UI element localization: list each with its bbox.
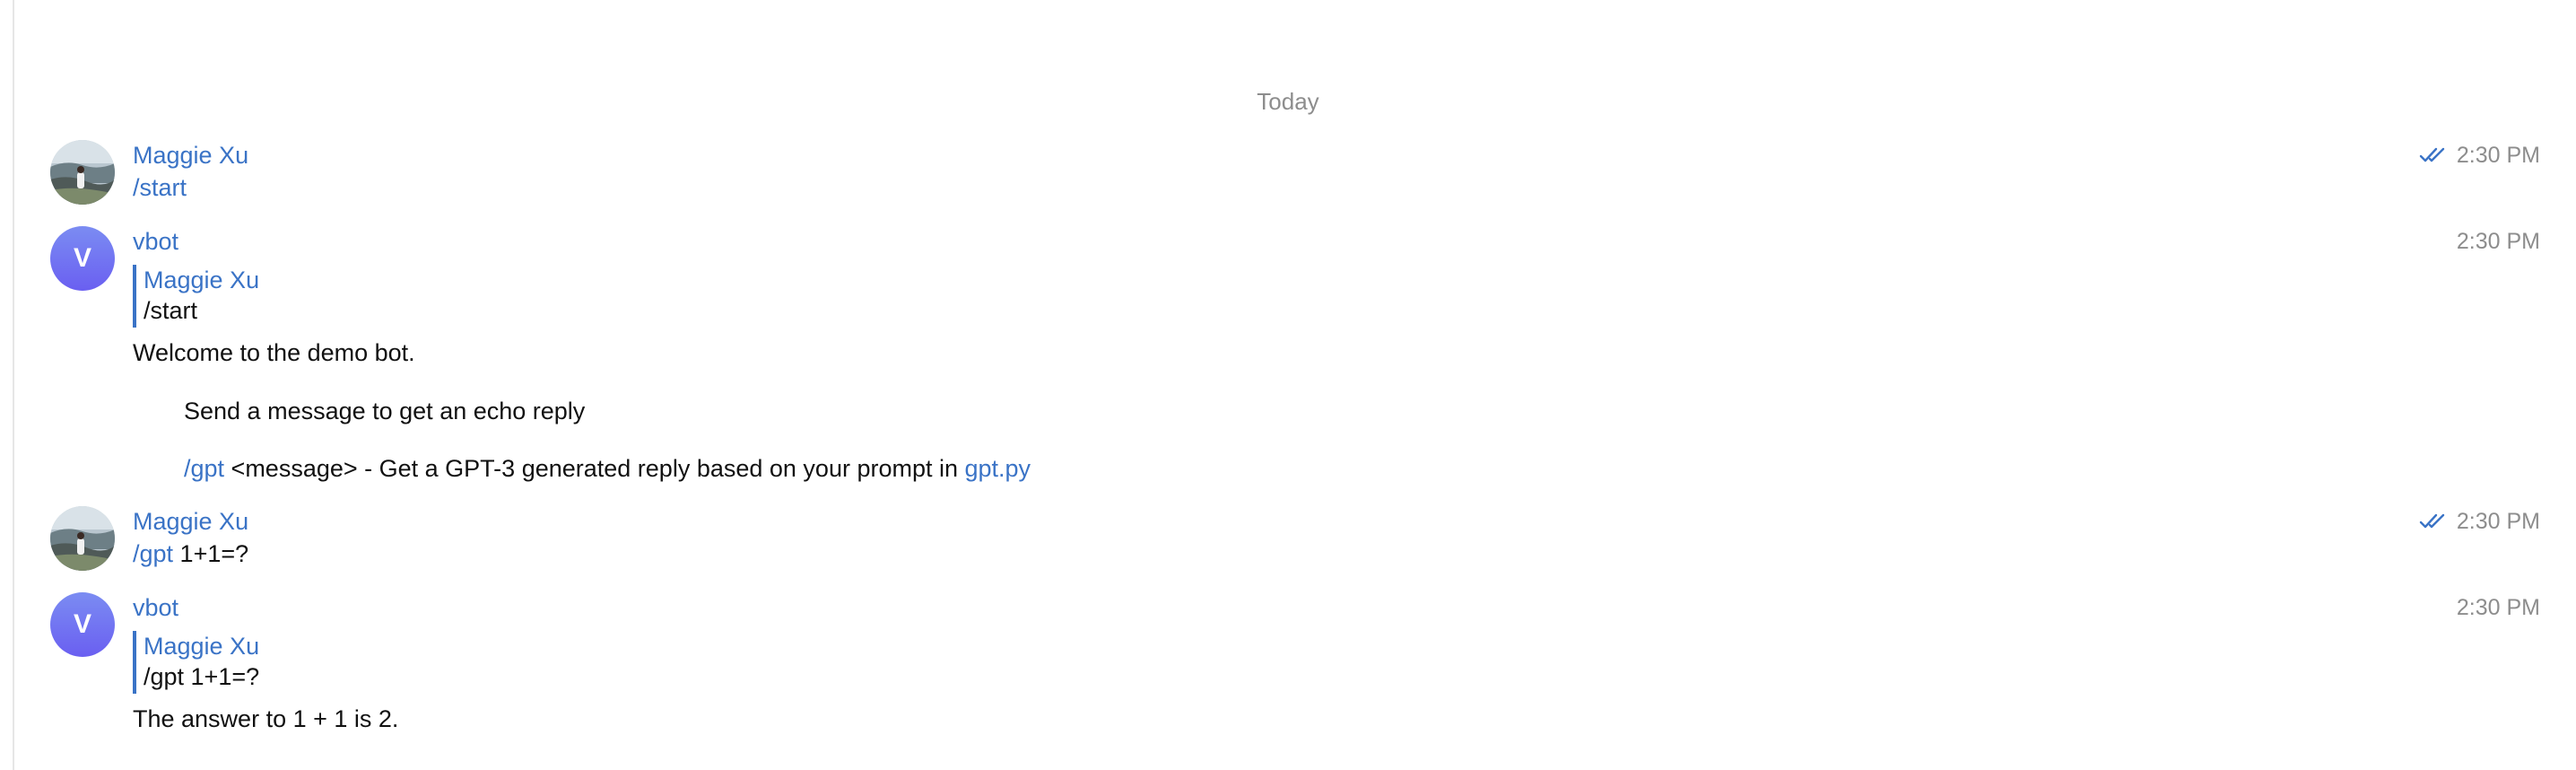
message-text: /start bbox=[133, 171, 187, 204]
user-avatar[interactable] bbox=[50, 506, 115, 571]
message-time: 2:30 PM bbox=[2457, 225, 2540, 258]
message-sender[interactable]: Maggie Xu bbox=[133, 139, 248, 171]
time-label: 2:30 PM bbox=[2456, 509, 2540, 534]
date-separator: Today bbox=[1257, 88, 1319, 115]
reply-text: /gpt 1+1=? bbox=[144, 663, 260, 690]
message-text: Send a message to get an echo reply bbox=[184, 398, 586, 424]
message-time: 2:30 PM bbox=[2419, 139, 2540, 171]
message-text: The answer to 1 + 1 is 2. bbox=[133, 705, 399, 732]
message-time: 2:30 PM bbox=[2419, 505, 2540, 538]
reply-sender: Maggie Xu bbox=[144, 633, 260, 660]
avatar-initial: V bbox=[73, 243, 91, 273]
reply-text: /start bbox=[144, 297, 198, 324]
help-text: <message> - Get a GPT-3 generated reply … bbox=[224, 455, 965, 482]
command-link[interactable]: /start bbox=[133, 174, 187, 201]
reply-sender: Maggie Xu bbox=[144, 267, 260, 293]
message-text: /gpt <message> - Get a GPT-3 generated r… bbox=[184, 452, 1031, 485]
avatar-initial: V bbox=[73, 609, 91, 639]
message-sender[interactable]: vbot bbox=[133, 591, 178, 624]
bot-avatar[interactable]: V bbox=[50, 226, 115, 291]
reply-quote[interactable]: Maggie Xu /gpt 1+1=? bbox=[133, 631, 259, 694]
message-sender[interactable]: vbot bbox=[133, 225, 178, 258]
file-link[interactable]: gpt.py bbox=[965, 455, 1031, 482]
time-label: 2:30 PM bbox=[2456, 595, 2540, 620]
chat-view: Today Maggie Xu /start 2:30 PM V vbot 2:… bbox=[0, 0, 2576, 770]
double-check-icon bbox=[2419, 512, 2448, 530]
message-body: 1+1=? bbox=[173, 540, 249, 567]
reply-quote[interactable]: Maggie Xu /start bbox=[133, 265, 259, 328]
double-check-icon bbox=[2419, 146, 2448, 164]
bot-avatar[interactable]: V bbox=[50, 592, 115, 657]
user-avatar[interactable] bbox=[50, 140, 115, 205]
command-link[interactable]: /gpt bbox=[184, 455, 224, 482]
time-label: 2:30 PM bbox=[2456, 229, 2540, 254]
message-sender[interactable]: Maggie Xu bbox=[133, 505, 248, 538]
time-label: 2:30 PM bbox=[2456, 143, 2540, 168]
message-text: /gpt 1+1=? bbox=[133, 538, 248, 570]
command-link[interactable]: /gpt bbox=[133, 540, 173, 567]
message-time: 2:30 PM bbox=[2457, 591, 2540, 624]
message-text: Welcome to the demo bot. bbox=[133, 339, 415, 366]
